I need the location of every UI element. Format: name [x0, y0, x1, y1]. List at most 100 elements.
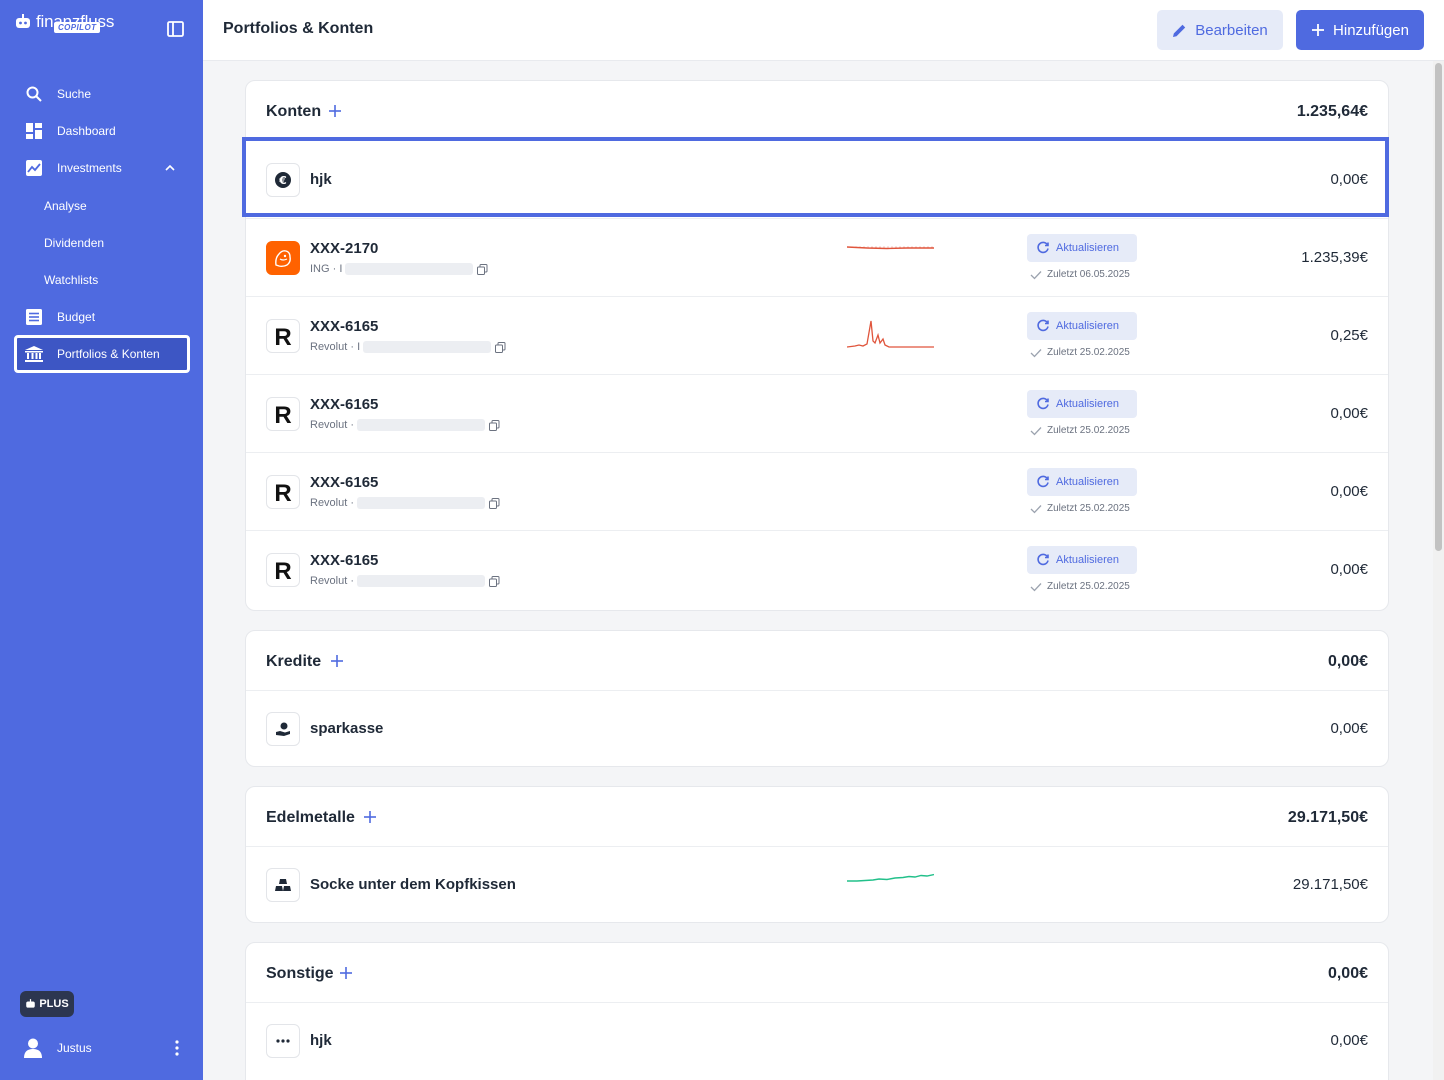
- plus-plan-badge[interactable]: PLUS: [20, 991, 74, 1017]
- sidebar-item-analyse[interactable]: Analyse: [44, 196, 87, 216]
- add-konto-icon[interactable]: [327, 103, 343, 119]
- refresh-button[interactable]: Aktualisieren: [1027, 234, 1137, 262]
- konto-row[interactable]: R XXX-6165 Revolut · Aktualisieren Zulet…: [246, 453, 1388, 531]
- sidebar-collapse-icon[interactable]: [166, 20, 186, 38]
- last-updated: Zuletzt 25.02.2025: [1030, 581, 1130, 592]
- copy-icon[interactable]: [489, 575, 500, 587]
- svg-text:R: R: [274, 402, 291, 426]
- sidebar-item-label: Dashboard: [57, 124, 116, 138]
- add-button-label: Hinzufügen: [1333, 21, 1409, 39]
- card-title: Edelmetalle: [266, 809, 355, 826]
- copy-icon[interactable]: [489, 497, 500, 509]
- konto-row[interactable]: R XXX-6165 Revolut · I Aktualisieren Zul…: [246, 297, 1388, 375]
- bank-icon: [25, 345, 43, 363]
- konto-bank-label: ING · I: [310, 263, 343, 275]
- svg-text:R: R: [274, 324, 291, 348]
- sidebar-item-search[interactable]: Suche: [14, 76, 190, 112]
- edelmetall-value: 29.171,50€: [1292, 876, 1368, 893]
- card-title: Sonstige: [266, 965, 334, 982]
- edit-button[interactable]: Bearbeiten: [1157, 10, 1283, 50]
- ing-lion-icon: [266, 241, 300, 275]
- sidebar-item-portfolios[interactable]: Portfolios & Konten: [14, 335, 190, 373]
- kredit-value: 0,00€: [1330, 720, 1368, 737]
- plan-badge-label: PLUS: [39, 998, 69, 1010]
- last-updated-label: Zuletzt 25.02.2025: [1047, 347, 1130, 358]
- add-edelmetall-icon[interactable]: [362, 809, 378, 825]
- check-icon: [1030, 348, 1042, 357]
- plus-icon: [1312, 24, 1325, 36]
- sidebar-item-budget[interactable]: Budget: [14, 299, 190, 335]
- budget-icon: [25, 308, 43, 326]
- sidebar-item-watchlists[interactable]: Watchlists: [44, 270, 98, 290]
- konto-row[interactable]: XXX-2170 ING · I Aktualisieren Zuletzt 0…: [246, 219, 1388, 297]
- scrollbar-thumb[interactable]: [1435, 63, 1442, 551]
- add-button[interactable]: Hinzufügen: [1296, 10, 1424, 50]
- konto-name: XXX-6165: [310, 318, 379, 335]
- refresh-button[interactable]: Aktualisieren: [1027, 312, 1137, 340]
- revolut-icon: R: [266, 553, 300, 587]
- last-updated: Zuletzt 06.05.2025: [1030, 269, 1130, 280]
- konto-name: XXX-6165: [310, 396, 379, 413]
- konto-bank-label: Revolut · I: [310, 341, 361, 353]
- konto-name: XXX-2170: [310, 240, 379, 257]
- check-icon: [1030, 504, 1042, 513]
- konto-row[interactable]: R XXX-6165 Revolut · Aktualisieren Zulet…: [246, 531, 1388, 609]
- page-title: Portfolios & Konten: [223, 20, 374, 37]
- card-header: Sonstige 0,00€: [246, 943, 1388, 1003]
- gold-bars-icon: [266, 868, 300, 902]
- copy-icon[interactable]: [495, 341, 506, 353]
- kredit-name: sparkasse: [310, 720, 384, 737]
- refresh-button[interactable]: Aktualisieren: [1027, 546, 1137, 574]
- chart-line-icon: [25, 159, 43, 177]
- sidebar-item-dashboard[interactable]: Dashboard: [14, 113, 190, 149]
- chevron-up-icon[interactable]: [164, 162, 176, 174]
- last-updated: Zuletzt 25.02.2025: [1030, 503, 1130, 514]
- main-scrollbar[interactable]: [1433, 61, 1444, 1080]
- konto-row[interactable]: R XXX-6165 Revolut · Aktualisieren Zulet…: [246, 375, 1388, 453]
- refresh-label: Aktualisieren: [1056, 398, 1119, 410]
- add-kredit-icon[interactable]: [329, 653, 345, 669]
- konto-name: hjk: [310, 171, 332, 188]
- konten-card: Konten 1.235,64€ € hjk 0,00€ XXX-2170 IN…: [245, 80, 1389, 611]
- more-vertical-icon[interactable]: [170, 1038, 184, 1058]
- add-sonstige-icon[interactable]: [338, 965, 354, 981]
- copy-icon[interactable]: [477, 263, 488, 275]
- refresh-icon: [1037, 553, 1049, 566]
- sidebar-item-dividenden[interactable]: Dividenden: [44, 233, 104, 253]
- refresh-icon: [1037, 475, 1049, 488]
- more-horizontal-icon: [266, 1024, 300, 1058]
- refresh-button[interactable]: Aktualisieren: [1027, 390, 1137, 418]
- copy-icon[interactable]: [489, 419, 500, 431]
- konto-bank-label: Revolut ·: [310, 575, 355, 587]
- edelmetall-row[interactable]: Socke unter dem Kopfkissen 29.171,50€: [246, 847, 1388, 925]
- card-title: Konten: [266, 103, 322, 120]
- last-updated-label: Zuletzt 25.02.2025: [1047, 581, 1130, 592]
- konto-row[interactable]: € hjk 0,00€: [246, 141, 1388, 219]
- konto-value: 0,00€: [1330, 483, 1368, 500]
- user-menu[interactable]: Justus: [24, 1036, 184, 1060]
- balance-sparkline: [847, 246, 934, 250]
- konto-name: XXX-6165: [310, 474, 379, 491]
- sidebar-item-investments[interactable]: Investments: [14, 150, 190, 186]
- card-total: 29.171,50€: [1287, 809, 1368, 826]
- svg-text:€: €: [278, 174, 287, 187]
- edelmetalle-card: Edelmetalle 29.171,50€ Socke unter dem K…: [245, 786, 1389, 923]
- user-avatar-icon: [24, 1038, 42, 1058]
- user-name: Justus: [57, 1041, 92, 1055]
- sidebar-item-label: Portfolios & Konten: [57, 347, 160, 361]
- revolut-icon: R: [266, 397, 300, 431]
- kredite-card: Kredite 0,00€ sparkasse 0,00€: [245, 630, 1389, 767]
- revolut-icon: R: [266, 475, 300, 509]
- svg-text:R: R: [274, 480, 291, 504]
- refresh-icon: [1037, 397, 1049, 410]
- sonstige-row[interactable]: hjk 0,00€: [246, 1003, 1388, 1080]
- konto-value: 0,00€: [1330, 405, 1368, 422]
- robot-logo-icon: [16, 14, 30, 28]
- sidebar-item-label: Budget: [57, 310, 96, 324]
- konto-name: XXX-6165: [310, 552, 379, 569]
- last-updated-label: Zuletzt 06.05.2025: [1047, 269, 1130, 280]
- refresh-button[interactable]: Aktualisieren: [1027, 468, 1137, 496]
- top-header: Portfolios & Konten Bearbeiten Hinzufüge…: [203, 0, 1444, 61]
- check-icon: [1030, 426, 1042, 435]
- kredit-row[interactable]: sparkasse 0,00€: [246, 691, 1388, 769]
